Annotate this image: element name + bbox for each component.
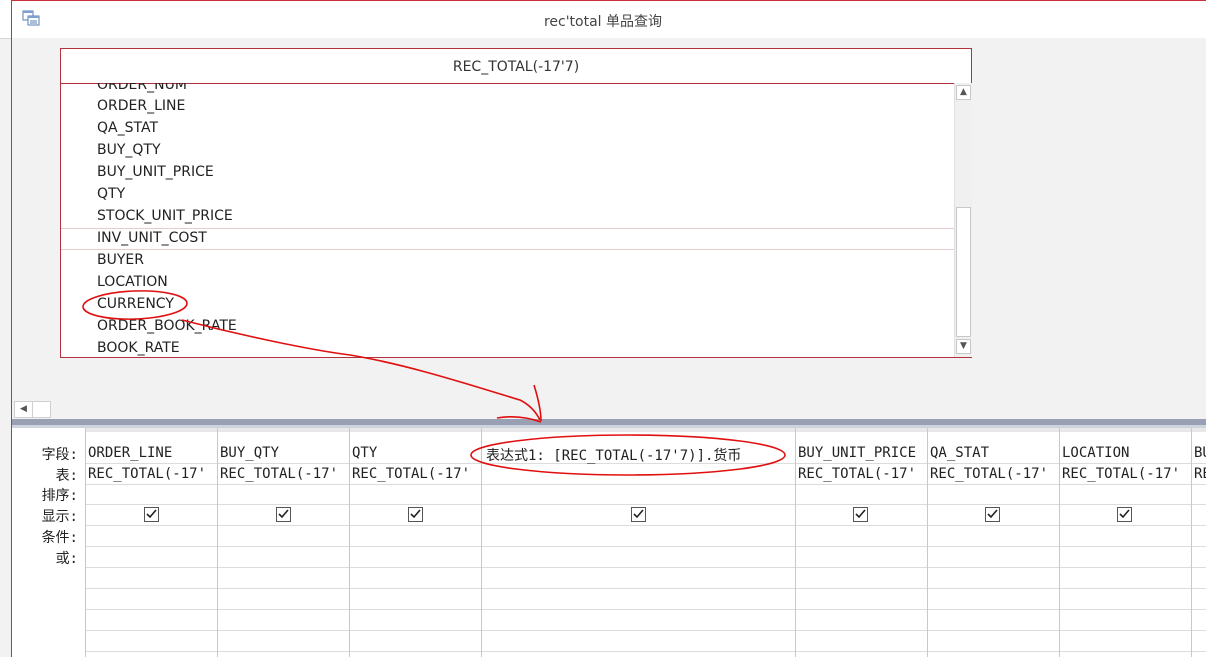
window-frame xyxy=(11,0,1206,657)
access-window: rec'total 单品查询 REC_TOTAL(-17'7) ORDER_NU… xyxy=(0,0,1206,657)
